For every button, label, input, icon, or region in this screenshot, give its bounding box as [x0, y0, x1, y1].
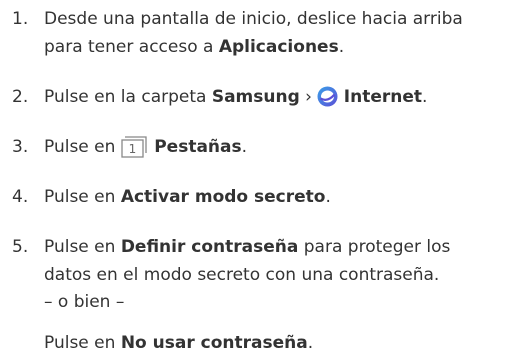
tabs-count: 1 [128, 142, 136, 156]
step-line: Pulse en la carpeta Samsung › Internet. [44, 83, 514, 116]
text-segment: Pulse en [44, 187, 121, 207]
text-segment: . [338, 37, 345, 57]
tabs-icon: 1 [121, 134, 149, 167]
ui-term: Samsung [211, 87, 300, 107]
samsung-internet-icon [317, 86, 338, 116]
ui-term: No usar contraseña [120, 333, 308, 353]
step-line: Pulse en Activar modo secreto. [44, 183, 514, 211]
text-segment: Pulse en [44, 137, 121, 157]
text-segment: Pulse en [44, 237, 121, 257]
step-number: 4. [12, 187, 29, 207]
step-number: 1. [12, 9, 29, 29]
text-segment: Pulse en la carpeta [44, 87, 212, 107]
step-line: datos en el modo secreto con una contras… [44, 265, 440, 285]
separator: › [299, 87, 318, 107]
text-segment: para tener acceso a [44, 37, 219, 57]
alternative-step: Pulse en No usar contraseña. [44, 329, 313, 357]
ui-term: Definir contraseña [120, 237, 299, 257]
text-segment: . [325, 187, 331, 207]
step-text: Pulse en Activar modo secreto. [44, 183, 514, 211]
step-text: Pulse en 1 Pestañas. [44, 133, 514, 167]
step-number: 5. [12, 237, 29, 257]
step-line: Desde una pantalla de inicio, deslice ha… [44, 9, 463, 29]
step-text: Pulse en la carpeta Samsung › Internet. [44, 83, 514, 116]
text-segment: . [307, 333, 314, 353]
step-line: Pulse en Definir contraseña para protege… [44, 233, 514, 261]
step-text: Pulse en Definir contraseña para protege… [44, 233, 514, 289]
ui-term: Pestañas [154, 137, 242, 157]
text-segment: para proteger los [298, 237, 451, 257]
ui-term: Activar modo secreto [120, 187, 326, 207]
text-segment: . [241, 137, 248, 157]
ui-term: Aplicaciones [218, 37, 339, 57]
step-line: Pulse en 1 Pestañas. [44, 133, 514, 167]
step-number: 3. [12, 137, 29, 157]
text-segment: Pulse en [44, 333, 121, 353]
step-number: 2. [12, 87, 29, 107]
step-line: para tener acceso a Aplicaciones. [44, 33, 514, 61]
ui-term: Internet [343, 87, 423, 107]
or-separator: – o bien – [44, 292, 125, 312]
text-segment: . [422, 87, 428, 107]
step-text: Desde una pantalla de inicio, deslice ha… [44, 5, 514, 61]
